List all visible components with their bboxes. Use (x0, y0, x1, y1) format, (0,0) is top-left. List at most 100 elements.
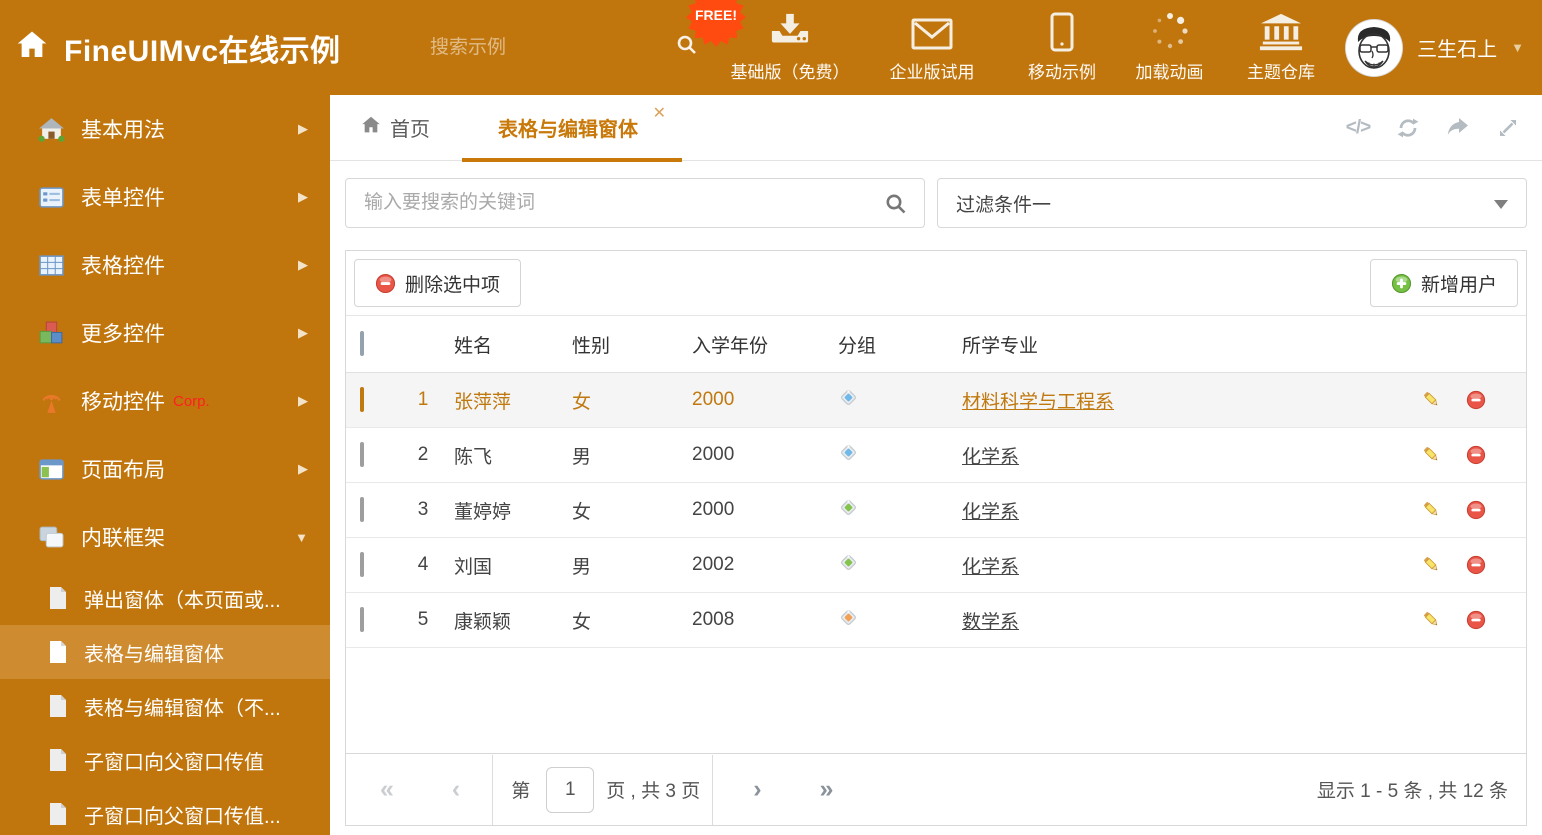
cell-name: 陈飞 (454, 446, 493, 468)
table-row[interactable]: 5 康颖颖 女 2008 数学系 (346, 593, 1526, 648)
page-number-input[interactable] (546, 766, 595, 813)
row-checkbox[interactable] (360, 607, 364, 632)
next-page-icon[interactable]: › (753, 775, 761, 804)
search-icon[interactable] (884, 192, 908, 221)
tag-icon (838, 387, 962, 414)
major-link[interactable]: 化学系 (962, 502, 1019, 523)
major-link[interactable]: 数学系 (962, 612, 1019, 633)
cell-gender: 男 (572, 446, 592, 468)
header-search (430, 0, 696, 95)
sidebar-item-mobile-controls[interactable]: 移动控件 Corp. ▶ (0, 367, 330, 435)
filter-dropdown[interactable]: 过滤条件一 (937, 178, 1527, 228)
tab-home[interactable]: 首页 (360, 113, 430, 142)
page-prefix: 第 (511, 781, 531, 802)
tab-grid-edit-window[interactable]: 表格与编辑窗体 ✕ (462, 95, 682, 162)
cubes-icon (38, 320, 65, 347)
nav-item-basic-download[interactable]: 基础版（免费） (723, 0, 857, 95)
row-checkbox[interactable] (360, 552, 364, 577)
sidebar-item-iframe[interactable]: 内联框架 ▼ (0, 503, 330, 571)
previous-page-icon[interactable]: ‹ (452, 775, 460, 804)
document-icon (48, 694, 68, 718)
nav-item-loading-animation[interactable]: 加载动画 (1117, 0, 1222, 95)
table-row[interactable]: 3 董婷婷 女 2000 化学系 (346, 483, 1526, 538)
table-row[interactable]: 4 刘国 男 2002 化学系 (346, 538, 1526, 593)
row-checkbox[interactable] (360, 497, 364, 522)
close-icon[interactable]: ✕ (653, 103, 666, 123)
sidebar-subitem-popup-window[interactable]: 弹出窗体（本页面或... (0, 571, 330, 625)
source-code-icon[interactable]: </> (1346, 116, 1371, 140)
sidebar-item-more-controls[interactable]: 更多控件 ▶ (0, 299, 330, 367)
delete-row-icon[interactable] (1466, 445, 1486, 465)
user-menu[interactable]: 三生石上 ▼ (1345, 0, 1524, 95)
table-header: 姓名 性别 入学年份 分组 所学专业 (346, 316, 1526, 373)
row-checkbox[interactable] (360, 442, 364, 467)
chevron-right-icon: ▶ (298, 189, 308, 204)
nav-item-enterprise-trial[interactable]: 企业版试用 (857, 0, 1007, 95)
delete-row-icon[interactable] (1466, 390, 1486, 410)
sidebar-item-grid-controls[interactable]: 表格控件 ▶ (0, 231, 330, 299)
nav-label: 基础版（免费） (730, 63, 850, 82)
keyword-search-input[interactable] (346, 179, 924, 227)
major-link[interactable]: 材料科学与工程系 (962, 392, 1114, 413)
phone-icon (1049, 12, 1075, 52)
house-icon (38, 116, 65, 143)
main-content: 首页 表格与编辑窗体 ✕ </> 输入要搜索的关键词 过滤条件一 删除选中项 新… (330, 95, 1542, 835)
tab-bar: 首页 表格与编辑窗体 ✕ </> (330, 95, 1542, 162)
first-page-icon[interactable]: « (380, 775, 394, 804)
last-page-icon[interactable]: » (820, 775, 834, 804)
nav-label: 主题仓库 (1247, 63, 1315, 82)
sidebar-subitem-grid-edit-window[interactable]: 表格与编辑窗体 (0, 625, 330, 679)
column-header-gender[interactable]: 性别 (572, 331, 692, 358)
grid-empty-area (346, 648, 1526, 753)
sidebar-item-form-controls[interactable]: 表单控件 ▶ (0, 163, 330, 231)
row-checkbox[interactable] (360, 387, 364, 412)
edit-pencil-icon[interactable] (1422, 390, 1442, 410)
refresh-icon[interactable] (1396, 116, 1420, 140)
edit-pencil-icon[interactable] (1422, 610, 1442, 630)
select-all-checkbox[interactable] (360, 331, 364, 356)
header-search-input[interactable] (430, 36, 675, 59)
nav-item-mobile-demo[interactable]: 移动示例 (1007, 0, 1117, 95)
top-bar: FineUIMvc在线示例 FREE! 基础版（免费） (0, 0, 1542, 95)
cell-year: 2000 (692, 444, 735, 465)
sidebar-item-page-layout[interactable]: 页面布局 ▶ (0, 435, 330, 503)
data-grid-panel: 删除选中项 新增用户 姓名 性别 入学年份 分组 所学专业 1 张萍萍 女 20… (345, 250, 1527, 826)
sidebar-item-basic-usage[interactable]: 基本用法 ▶ (0, 95, 330, 163)
brand[interactable]: FineUIMvc在线示例 (14, 0, 341, 95)
chevron-right-icon: ▶ (298, 393, 308, 408)
column-header-year[interactable]: 入学年份 (692, 331, 838, 358)
column-header-major[interactable]: 所学专业 (962, 331, 1396, 358)
table-row[interactable]: 2 陈飞 男 2000 化学系 (346, 428, 1526, 483)
edit-pencil-icon[interactable] (1422, 500, 1442, 520)
maximize-icon[interactable] (1496, 116, 1520, 140)
delete-row-icon[interactable] (1466, 555, 1486, 575)
divider (712, 754, 714, 825)
cell-gender: 女 (572, 501, 592, 523)
cell-year: 2008 (692, 609, 735, 630)
column-header-group[interactable]: 分组 (838, 331, 962, 358)
chevron-down-icon (1494, 200, 1508, 209)
column-header-name[interactable]: 姓名 (454, 331, 572, 358)
table-row[interactable]: 1 张萍萍 女 2000 材料科学与工程系 (346, 373, 1526, 428)
nav-item-theme-repo[interactable]: 主题仓库 (1222, 0, 1340, 95)
edit-pencil-icon[interactable] (1422, 445, 1442, 465)
sidebar-subitem-child-to-parent-2[interactable]: 子窗口向父窗口传值... (0, 787, 330, 835)
major-link[interactable]: 化学系 (962, 557, 1019, 578)
delete-row-icon[interactable] (1466, 500, 1486, 520)
table-icon (38, 252, 65, 279)
major-link[interactable]: 化学系 (962, 447, 1019, 468)
filter-dropdown-value: 过滤条件一 (956, 194, 1052, 216)
add-user-button[interactable]: 新增用户 (1369, 259, 1518, 307)
delete-row-icon[interactable] (1466, 610, 1486, 630)
delete-selected-button[interactable]: 删除选中项 (354, 259, 522, 307)
chevron-right-icon: ▶ (298, 121, 308, 136)
sidebar-subitem-grid-edit-window-2[interactable]: 表格与编辑窗体（不... (0, 679, 330, 733)
edit-pencil-icon[interactable] (1422, 555, 1442, 575)
spinner-icon (1149, 12, 1191, 52)
sidebar-subitem-child-to-parent[interactable]: 子窗口向父窗口传值 (0, 733, 330, 787)
chevron-down-icon: ▼ (295, 529, 308, 545)
header-nav: 基础版（免费） 企业版试用 移动示例 加载动画 主题仓库 (723, 0, 1340, 95)
download-icon (768, 12, 812, 52)
open-new-window-icon[interactable] (1446, 116, 1470, 140)
envelope-icon (910, 12, 954, 52)
